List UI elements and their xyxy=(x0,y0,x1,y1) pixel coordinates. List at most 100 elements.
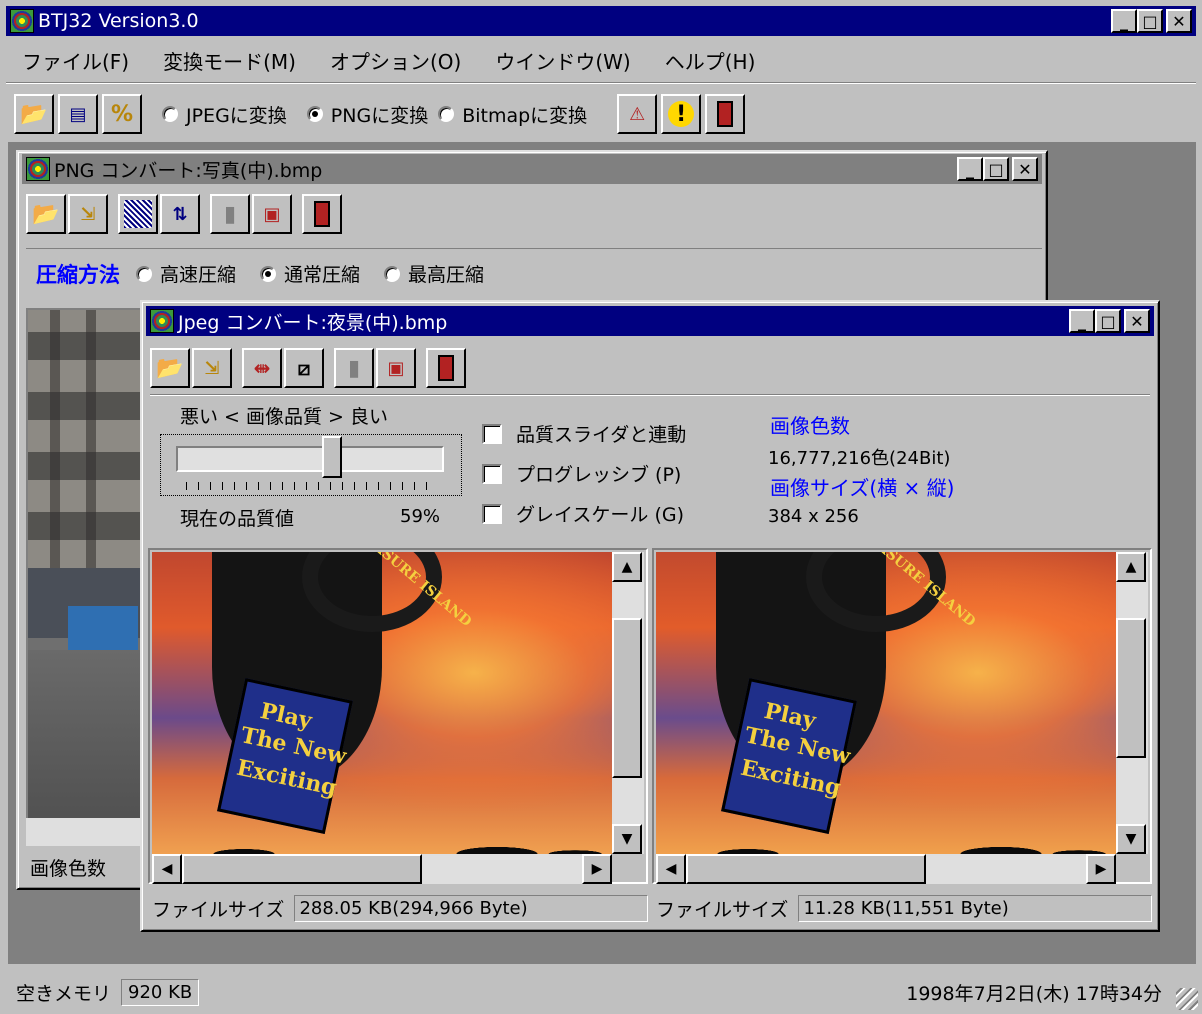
png-minimize-button[interactable]: _ xyxy=(957,157,983,181)
info-button[interactable]: ! xyxy=(661,94,702,134)
menu-options[interactable]: オプション(O) xyxy=(330,46,461,75)
left-scroll-down-button[interactable]: ▼ xyxy=(612,824,642,854)
right-scroll-up-button[interactable]: ▲ xyxy=(1116,552,1146,582)
jpeg-close-door-button[interactable] xyxy=(426,348,466,388)
jpeg-titlebar[interactable]: Jpeg コンバート:夜景(中).bmp _ □ ✕ xyxy=(146,306,1154,336)
building-windows xyxy=(28,310,142,570)
png-maximize-button[interactable]: □ xyxy=(983,157,1009,181)
checkbox-link-slider-label: 品質スライダと連動 xyxy=(516,424,687,446)
right-vscroll-thumb[interactable] xyxy=(1116,618,1146,758)
right-vscroll[interactable]: ▲ ▼ xyxy=(1116,552,1148,854)
left-scroll-right-button[interactable]: ▶ xyxy=(582,854,612,884)
radio-max-compression[interactable]: 最高圧縮 xyxy=(384,260,484,287)
png-paste-button[interactable]: ▣ xyxy=(252,194,292,234)
radio-jpeg-circle xyxy=(162,106,178,122)
right-hscroll[interactable]: ◀ ▶ xyxy=(656,854,1116,884)
radio-jpeg[interactable]: JPEGに変換 xyxy=(162,101,287,128)
png-open-button[interactable]: 📂 xyxy=(26,194,66,234)
jpeg-save-button[interactable]: ⇲ xyxy=(192,348,232,388)
help-book-button[interactable]: ⚠ xyxy=(617,94,658,134)
batch-icon: ▤ xyxy=(69,103,87,125)
radio-png[interactable]: PNGに変換 xyxy=(306,101,429,128)
jpeg-minimize-button[interactable]: _ xyxy=(1069,309,1095,333)
open-folder-button[interactable]: 📂 xyxy=(14,94,54,134)
palm-silhouettes xyxy=(152,794,612,854)
radio-normal-label: 通常圧縮 xyxy=(284,264,361,286)
right-hscroll-thumb[interactable] xyxy=(686,854,926,884)
png-color-count-label: 画像色数 xyxy=(30,857,107,880)
close-button[interactable]: ✕ xyxy=(1166,9,1192,33)
app-title: BTJ32 Version3.0 xyxy=(38,10,199,32)
jpeg-filter-button[interactable]: ⇼ xyxy=(242,348,282,388)
free-memory-label: 空きメモリ xyxy=(16,982,112,1005)
quality-slider-thumb[interactable] xyxy=(322,436,343,478)
png-titlebar[interactable]: PNG コンバート:写真(中).bmp _ □ ✕ xyxy=(22,154,1042,184)
checkbox-link-slider[interactable]: 品質スライダと連動 xyxy=(482,420,686,447)
jpeg-close-button[interactable]: ✕ xyxy=(1124,309,1150,333)
left-file-size-value: 288.05 KB(294,966 Byte) xyxy=(294,894,648,922)
checkbox-progressive[interactable]: プログレッシブ (P) xyxy=(482,460,681,487)
checkbox-grayscale-label: グレイスケール (G) xyxy=(516,504,685,526)
right-image-pane[interactable]: TREASURE ISLAND Play The New Exciting xyxy=(656,552,1116,854)
minimize-button[interactable]: _ xyxy=(1111,9,1137,33)
left-hscroll[interactable]: ◀ ▶ xyxy=(152,854,612,884)
jpeg-paste-button[interactable]: ▣ xyxy=(376,348,416,388)
png-pattern-button[interactable] xyxy=(118,194,158,234)
exclamation-icon: ! xyxy=(668,101,695,127)
menu-window[interactable]: ウインドウ(W) xyxy=(495,46,630,75)
batch-button[interactable]: ▤ xyxy=(58,94,98,134)
left-image-pane[interactable]: TREASURE ISLAND Play The New Exciting xyxy=(152,552,612,854)
save-convert-icon: ⇲ xyxy=(80,203,96,225)
percent-button[interactable]: % xyxy=(102,94,142,134)
right-scroll-left-button[interactable]: ◀ xyxy=(656,854,686,884)
radio-fast-compression[interactable]: 高速圧縮 xyxy=(136,260,236,287)
menu-help[interactable]: ヘルプ(H) xyxy=(665,46,756,75)
png-image-pane[interactable] xyxy=(26,308,144,846)
truck xyxy=(68,606,138,654)
jpeg-title: Jpeg コンバート:夜景(中).bmp xyxy=(178,311,448,334)
radio-png-label: PNGに変換 xyxy=(330,104,429,127)
png-close-door-button[interactable] xyxy=(302,194,342,234)
app-titlebar[interactable]: BTJ32 Version3.0 _ □ ✕ xyxy=(6,6,1196,36)
radio-normal-compression[interactable]: 通常圧縮 xyxy=(260,260,360,287)
png-save-button[interactable]: ⇲ xyxy=(68,194,108,234)
paste-icon: ▣ xyxy=(263,203,281,225)
png-footer: 画像色数 xyxy=(26,850,146,884)
png-close-button[interactable]: ✕ xyxy=(1012,157,1038,181)
maximize-button[interactable]: □ xyxy=(1137,9,1163,33)
help-book-icon: ⚠ xyxy=(629,103,646,125)
checkbox-link-slider-box xyxy=(482,423,502,444)
jpeg-copy-button[interactable]: ▮ xyxy=(334,348,374,388)
exit-button[interactable] xyxy=(705,94,746,134)
png-swap-button[interactable]: ⇅ xyxy=(160,194,200,234)
right-scroll-down-button[interactable]: ▼ xyxy=(1116,824,1146,854)
image-size-value: 384 x 256 xyxy=(768,506,859,527)
paste-icon: ▣ xyxy=(387,357,405,379)
free-memory-value: 920 KB xyxy=(121,978,200,1006)
png-copy-button[interactable]: ▮ xyxy=(210,194,250,234)
left-hscroll-thumb[interactable] xyxy=(182,854,422,884)
exit-door-icon xyxy=(438,355,454,381)
swap-icon: ⇅ xyxy=(172,203,188,225)
resize-grip-icon[interactable] xyxy=(1176,988,1198,1010)
jpeg-crop-button[interactable]: ⧄ xyxy=(284,348,324,388)
radio-bitmap[interactable]: Bitmapに変換 xyxy=(438,101,587,128)
app-icon xyxy=(10,9,34,33)
left-vscroll[interactable]: ▲ ▼ xyxy=(612,552,644,854)
image-size-label: 画像サイズ(横 × 縦) xyxy=(770,476,955,500)
right-file-size-row: ファイルサイズ 11.28 KB(11,551 Byte) xyxy=(656,892,1152,924)
checkbox-grayscale[interactable]: グレイスケール (G) xyxy=(482,500,684,527)
right-file-size-label: ファイルサイズ xyxy=(656,898,789,921)
menu-file[interactable]: ファイル(F) xyxy=(22,46,129,75)
left-scroll-up-button[interactable]: ▲ xyxy=(612,552,642,582)
jpeg-open-button[interactable]: 📂 xyxy=(150,348,190,388)
left-vscroll-thumb[interactable] xyxy=(612,618,642,778)
left-file-size-row: ファイルサイズ 288.05 KB(294,966 Byte) xyxy=(152,892,648,924)
left-scroll-left-button[interactable]: ◀ xyxy=(152,854,182,884)
right-scroll-right-button[interactable]: ▶ xyxy=(1086,854,1116,884)
menu-convert-mode[interactable]: 変換モード(M) xyxy=(163,46,296,75)
jpeg-maximize-button[interactable]: □ xyxy=(1095,309,1121,333)
percent-icon: % xyxy=(110,101,134,127)
quality-header: 悪い < 画像品質 > 良い xyxy=(180,406,388,428)
statusbar: 空きメモリ 920 KB 1998年7月2日(木) 17時34分 xyxy=(0,970,1202,1014)
